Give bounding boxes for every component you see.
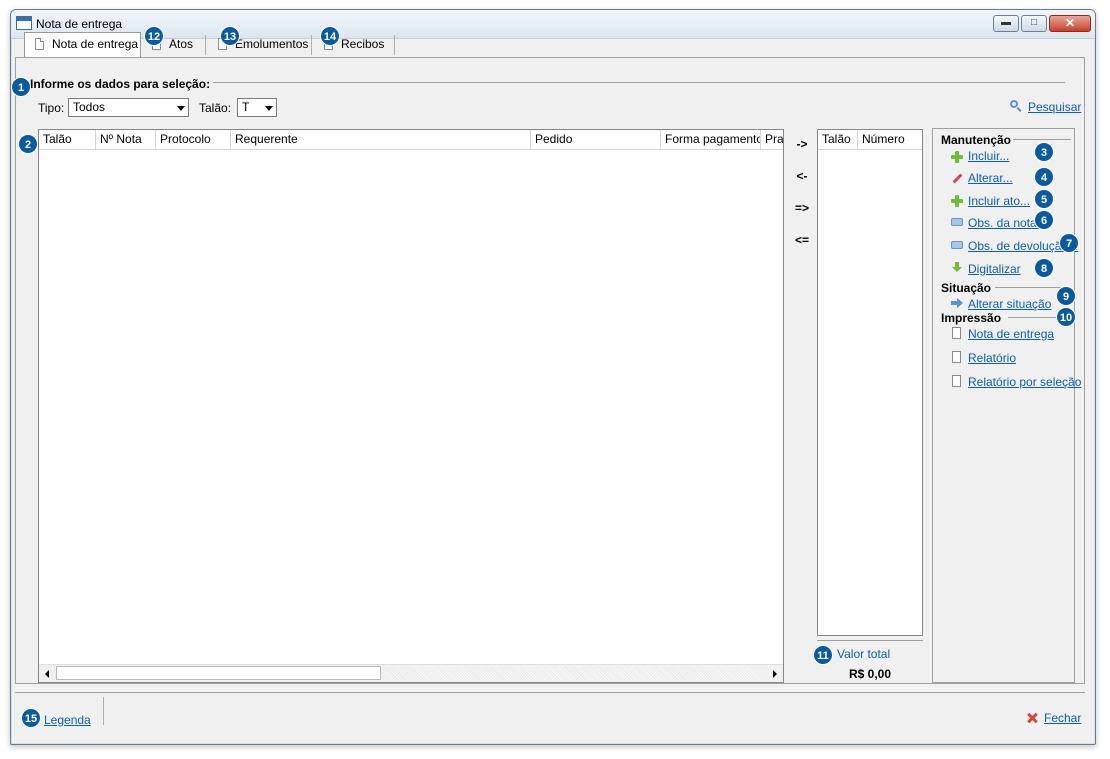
section-divider [1008, 317, 1058, 318]
column-header-requerente[interactable]: Requerente [231, 130, 531, 149]
maximize-button[interactable]: □ [1021, 15, 1047, 32]
tab-label: Recibos [341, 37, 385, 51]
scrollbar-track[interactable] [381, 666, 766, 680]
tab-divider [311, 35, 312, 55]
tipo-value: Todos [73, 100, 106, 114]
list-header: Talão Número [818, 130, 922, 150]
close-button[interactable]: Fechar [1044, 711, 1081, 725]
callout-badge-11: 11 [813, 645, 833, 665]
callout-badge-2: 2 [18, 134, 38, 154]
tab-label: Nota de entrega [52, 37, 139, 51]
total-divider [817, 640, 923, 641]
arrow-right-icon [951, 297, 963, 309]
chevron-down-icon [173, 99, 188, 116]
tipo-select[interactable]: Todos [68, 98, 189, 117]
callout-badge-1: 1 [11, 77, 31, 97]
section-divider [995, 287, 1067, 288]
window-icon [16, 16, 32, 30]
include-act-button[interactable]: Incluir ato... [968, 194, 1030, 208]
actions-panel [932, 128, 1075, 683]
window-title: Nota de entrega [36, 17, 123, 31]
callout-badge-3: 3 [1034, 142, 1054, 162]
callout-badge-15: 15 [21, 708, 41, 728]
column-header-nota[interactable]: Nº Nota [96, 130, 156, 149]
comment-icon [951, 240, 963, 252]
minimize-button[interactable]: ▬ [993, 15, 1019, 32]
horizontal-scrollbar[interactable] [39, 664, 783, 682]
callout-badge-9: 9 [1056, 286, 1076, 306]
callout-badge-6: 6 [1034, 210, 1054, 230]
scrollbar-thumb[interactable] [56, 666, 381, 680]
scan-button[interactable]: Digitalizar [968, 262, 1021, 276]
print-report-selection-button[interactable]: Relatório por seleção [968, 375, 1081, 389]
total-value: R$ 0,00 [849, 667, 892, 681]
talao-label: Talão: [199, 101, 232, 115]
column-header-forma-pagamento[interactable]: Forma pagamento [661, 130, 761, 149]
footer-separator [103, 697, 104, 725]
tab-label: Atos [169, 37, 194, 51]
download-icon [951, 262, 963, 274]
add-icon [951, 195, 963, 207]
notes-grid[interactable]: Talão Nº Nota Protocolo Requerente Pedid… [38, 129, 784, 683]
change-situation-button[interactable]: Alterar situação [968, 297, 1051, 311]
tab-nota-de-entrega[interactable]: Nota de entrega [24, 32, 141, 57]
callout-badge-13: 13 [220, 26, 240, 46]
tipo-label: Tipo: [38, 101, 65, 115]
column-header-numero[interactable]: Número [858, 130, 922, 149]
document-icon [952, 327, 961, 339]
maintenance-title: Manutenção [941, 133, 1012, 147]
search-link[interactable]: Pesquisar [1028, 100, 1081, 114]
chevron-down-icon [261, 99, 276, 116]
document-icon [35, 38, 44, 50]
document-icon [952, 375, 961, 387]
selected-notes-list[interactable]: Talão Número [817, 129, 923, 636]
add-icon [951, 151, 963, 163]
total-label: Valor total [837, 647, 891, 661]
move-left-button[interactable]: <- [791, 169, 813, 183]
column-header-prazo[interactable]: Praz [761, 130, 783, 149]
callout-badge-12: 12 [144, 26, 164, 46]
grid-header: Talão Nº Nota Protocolo Requerente Pedid… [39, 130, 783, 150]
print-title: Impressão [941, 311, 1002, 325]
column-header-pedido[interactable]: Pedido [531, 130, 661, 149]
footer-divider [15, 692, 1085, 693]
include-button[interactable]: Incluir... [968, 149, 1009, 163]
callout-badge-10: 10 [1056, 307, 1076, 327]
talao-value: T [242, 100, 250, 114]
section-divider [213, 82, 1065, 83]
close-window-button[interactable]: ✕ [1049, 15, 1091, 32]
search-icon [1010, 100, 1022, 112]
print-note-button[interactable]: Nota de entrega [968, 327, 1054, 341]
move-right-button[interactable]: -> [791, 137, 813, 151]
section-divider [1013, 139, 1071, 140]
scroll-right-icon[interactable] [766, 666, 783, 681]
tab-label: Emolumentos [235, 37, 309, 51]
situation-title: Situação [941, 281, 992, 295]
pencil-icon [951, 172, 963, 184]
close-icon [1026, 712, 1038, 724]
callout-badge-14: 14 [320, 26, 340, 46]
callout-badge-4: 4 [1034, 167, 1054, 187]
move-all-right-button[interactable]: => [791, 201, 813, 215]
edit-button[interactable]: Alterar... [968, 171, 1013, 185]
column-header-protocolo[interactable]: Protocolo [156, 130, 231, 149]
document-icon [952, 351, 961, 363]
tab-divider [205, 35, 206, 55]
move-all-left-button[interactable]: <= [791, 233, 813, 247]
legend-link[interactable]: Legenda [44, 713, 91, 727]
callout-badge-5: 5 [1034, 189, 1054, 209]
scroll-left-icon[interactable] [39, 666, 56, 681]
selection-title: Informe os dados para seleção: [30, 77, 211, 91]
column-header-talao[interactable]: Talão [39, 130, 96, 149]
print-report-button[interactable]: Relatório [968, 351, 1016, 365]
callout-badge-7: 7 [1059, 233, 1079, 253]
column-header-talao[interactable]: Talão [818, 130, 858, 149]
callout-badge-8: 8 [1034, 258, 1054, 278]
talao-select[interactable]: T [237, 98, 277, 117]
comment-icon [951, 217, 963, 229]
tab-divider [394, 35, 395, 55]
